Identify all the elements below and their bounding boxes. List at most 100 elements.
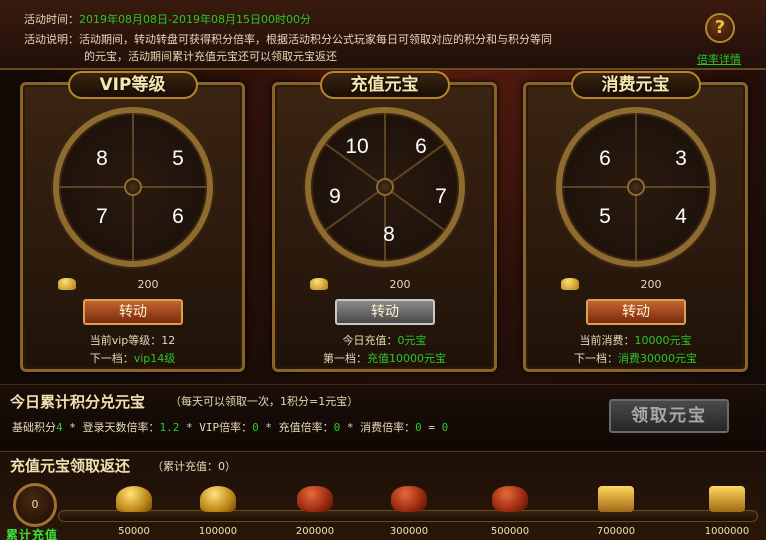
gold-pile-icon [492,486,528,512]
wheel-number: 6 [415,135,427,158]
reward-tier[interactable]: 500000 [474,480,546,538]
vip-current-level: 当前vip等级：12 [23,332,242,348]
wheel-number: 7 [96,205,108,228]
wheel-number: 5 [599,205,611,228]
consume-current: 当前消费：10000元宝 [526,332,745,348]
recharge-orb-value: 0 [31,498,39,511]
gold-ingot-icon [58,278,76,290]
vip-current-label: 当前vip等级： [89,334,162,347]
gold-bag-icon [297,486,333,512]
formula-result-label: = [421,421,442,434]
reward-tier[interactable]: 700000 [580,480,652,538]
reward-tier[interactable]: 1000000 [691,480,763,538]
treasure-chest-icon [709,486,745,512]
vip-gold-row: 200 [58,277,218,293]
points-formula: 基础积分4 * 登录天数倍率：1.2 * VIP倍率：0 * 充值倍率：0 * … [12,419,448,435]
activity-window: 活动时间：2019年08月08日-2019年08月15日00时00分 活动说明：… [0,0,766,540]
recharge-wheel: 10 6 9 7 8 [305,107,465,267]
activity-header: 活动时间：2019年08月08日-2019年08月15日00时00分 活动说明：… [0,0,766,70]
gold-ingot-icon [116,486,152,512]
vip-spin-button[interactable]: 转动 [83,299,183,325]
recharge-spin-button[interactable]: 转动 [335,299,435,325]
points-exchange-section: 今日累计积分兑元宝 （每天可以领取一次，1积分=1元宝） 基础积分4 * 登录天… [0,384,766,450]
vip-next-label: 下一档： [89,352,134,365]
consume-gold-amount: 200 [640,278,662,291]
consume-gold-row: 200 [561,277,721,293]
wheel-number: 10 [345,135,369,158]
formula-consume-value: 0 [415,421,422,434]
recharge-return-section: 充值元宝领取返还 （累计充值：0） 0 累计充值 50000 100000 20… [0,451,766,540]
formula-base-label: 基础积分 [12,421,56,434]
consume-panel: 消费元宝 6 3 5 4 200 转动 当前消费：10000元宝 下一档：消费3… [523,71,748,372]
recharge-panel: 充值元宝 10 6 9 7 8 200 转动 今日充值：0元宝 第一档：充值10… [272,71,497,372]
gold-ingot-icon [310,278,328,290]
vip-gold-amount: 200 [137,278,159,291]
recharge-tier-value: 充值10000元宝 [367,352,446,365]
recharge-tier-label: 第一档： [323,352,367,365]
vip-wheel: 8 5 7 6 [53,107,213,267]
reward-tier-amount: 700000 [596,526,636,537]
formula-login-value: 1.2 [159,421,180,434]
reward-tier[interactable]: 300000 [373,480,445,538]
recharge-gold-amount: 200 [389,278,411,291]
reward-tier[interactable]: 50000 [98,480,170,538]
wheel-number: 3 [675,147,687,170]
reward-tier-amount: 500000 [490,526,530,537]
vip-panel-title: VIP等级 [67,71,198,99]
reward-tier-amount: 300000 [389,526,429,537]
formula-vip-label: * VIP倍率： [179,421,253,434]
consume-next-label: 下一档： [574,352,618,365]
wheel-number: 8 [96,147,108,170]
activity-time-value: 2019年08月08日-2019年08月15日00时00分 [79,13,311,26]
formula-result-value: 0 [441,421,449,434]
recharge-today-value: 0元宝 [397,334,427,347]
consume-wheel: 6 3 5 4 [556,107,716,267]
formula-consume-label: * 消费倍率： [340,421,416,434]
recharge-today-label: 今日充值： [342,334,398,347]
gold-ingot-icon [200,486,236,512]
wheel-number: 6 [172,205,184,228]
help-button[interactable]: ? [705,13,735,43]
consume-panel-title: 消费元宝 [570,71,701,99]
recharge-gold-row: 200 [310,277,470,293]
gold-ingot-icon [561,278,579,290]
formula-recharge-label: * 充值倍率： [258,421,334,434]
formula-base-value: 4 [56,421,63,434]
reward-tier-amount: 200000 [295,526,335,537]
recharge-panel-title: 充值元宝 [319,71,450,99]
reward-tier[interactable]: 100000 [182,480,254,538]
wheel-hub [376,178,394,196]
reward-tier-amount: 100000 [198,526,238,537]
consume-spin-button[interactable]: 转动 [586,299,686,325]
cumulative-recharge-label: 累计充值 [6,528,59,540]
wheel-number: 6 [599,147,611,170]
formula-login-label: * 登录天数倍率： [62,421,160,434]
wheel-number: 5 [172,147,184,170]
vip-next-value: vip14级 [133,352,176,365]
recharge-return-title: 充值元宝领取返还 [10,457,131,475]
activity-desc-text2: 的元宝，活动期间累计充值元宝还可以领取元宝返还 [84,50,337,63]
exchange-title: 今日累计积分兑元宝 [10,393,146,411]
vip-next-tier: 下一档：vip14级 [23,350,242,366]
rate-detail-link[interactable]: 倍率详情 [697,51,741,67]
consume-current-value: 10000元宝 [634,334,692,347]
wheel-number: 4 [675,205,687,228]
reward-tier-amount: 1000000 [704,526,750,537]
consume-next-tier: 下一档：消费30000元宝 [526,350,745,366]
recharge-today: 今日充值：0元宝 [275,332,494,348]
consume-current-label: 当前消费： [579,334,635,347]
activity-time-line: 活动时间：2019年08月08日-2019年08月15日00时00分 [24,11,311,27]
wheel-number: 9 [329,185,341,208]
claim-yuanbao-button[interactable]: 领取元宝 [609,399,729,433]
gold-bag-icon [391,486,427,512]
wheel-number: 8 [383,223,395,246]
vip-current-value: 12 [161,334,176,347]
question-icon: ? [714,17,726,38]
activity-desc-line1: 活动说明：活动期间，转动转盘可获得积分倍率，根据活动积分公式玩家每日可领取对应的… [24,31,552,47]
wheel-number: 7 [435,185,447,208]
reward-tier[interactable]: 200000 [279,480,351,538]
recharge-orb: 0 [13,483,57,527]
exchange-note: （每天可以领取一次，1积分=1元宝） [170,395,359,408]
wheel-hub [627,178,645,196]
formula-vip-value: 0 [252,421,259,434]
